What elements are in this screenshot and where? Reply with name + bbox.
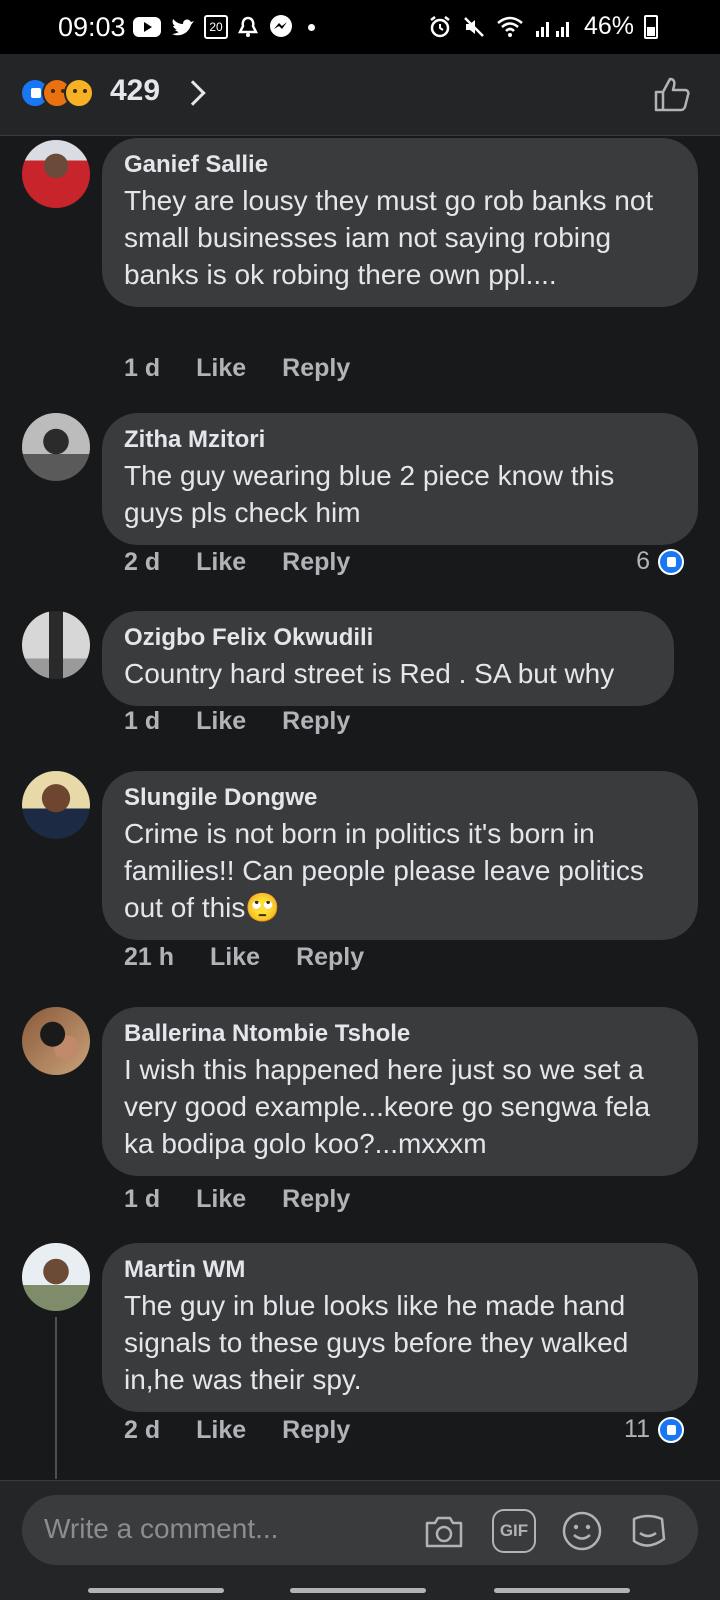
like-button[interactable]: Like: [210, 943, 260, 972]
comment-composer: GIF: [0, 1480, 720, 1600]
comment-text: Country hard street is Red . SA but why: [124, 658, 615, 689]
status-time: 09:03: [58, 12, 126, 42]
alarm-icon: [430, 15, 450, 37]
thread-line: [55, 1317, 57, 1479]
nav-recents-hint[interactable]: [494, 1588, 630, 1593]
like-button[interactable]: Like: [196, 1416, 246, 1445]
avatar[interactable]: [22, 140, 90, 208]
dot-icon: [308, 23, 315, 31]
reaction-count[interactable]: 429: [110, 74, 160, 108]
comment-time[interactable]: 2 d: [124, 1416, 160, 1445]
like-reaction-icon: [658, 1416, 684, 1443]
comment-author[interactable]: Ballerina Ntombie Tshole: [124, 1019, 678, 1049]
comment-time[interactable]: 1 d: [124, 707, 160, 736]
comment-bubble[interactable]: Ozigbo Felix Okwudili Country hard stree…: [102, 611, 674, 706]
avatar[interactable]: [22, 771, 90, 839]
reply-button[interactable]: Reply: [282, 1185, 350, 1214]
comment-bubble[interactable]: Ballerina Ntombie Tshole I wish this hap…: [102, 1007, 698, 1176]
sad-reaction-icon: [64, 78, 94, 108]
mute-icon: [464, 16, 484, 37]
reaction-summary[interactable]: [20, 78, 94, 108]
comment-actions: 21 h Like Reply: [124, 943, 364, 972]
wifi-icon: [497, 16, 523, 37]
reply-button[interactable]: Reply: [282, 1416, 350, 1445]
reply-button[interactable]: Reply: [282, 707, 350, 736]
comment-time[interactable]: 21 h: [124, 943, 174, 972]
comment-input-box: GIF: [22, 1495, 698, 1565]
comment-reaction-count[interactable]: 11: [624, 1415, 684, 1444]
comment-text: They are lousy they must go rob banks no…: [124, 185, 654, 290]
sticker-icon[interactable]: [626, 1509, 670, 1553]
reaction-number: 11: [624, 1415, 650, 1443]
emoji-icon[interactable]: [560, 1509, 604, 1553]
comment-time[interactable]: 2 d: [124, 548, 160, 577]
battery-percent: 46%: [583, 12, 634, 40]
reaction-number: 6: [636, 547, 650, 575]
avatar[interactable]: [22, 1243, 90, 1311]
status-bar: 09:03 20 46%: [0, 0, 720, 54]
comment-author[interactable]: Ganief Sallie: [124, 150, 678, 180]
nav-home-hint[interactable]: [290, 1588, 426, 1593]
messenger-icon: [270, 15, 292, 37]
signal-icon: [535, 21, 569, 37]
comment-actions: 1 d Like Reply: [124, 707, 350, 736]
like-button[interactable]: Like: [196, 354, 246, 383]
reactions-header: 429: [0, 54, 720, 136]
comment-actions: 2 d Like Reply: [124, 548, 350, 577]
comment-time[interactable]: 1 d: [124, 1185, 160, 1214]
notification-icons: 20: [132, 14, 315, 40]
youtube-icon: [133, 17, 161, 37]
reply-button[interactable]: Reply: [282, 548, 350, 577]
like-reaction-icon: [658, 548, 684, 575]
comment-bubble[interactable]: Zitha Mzitori The guy wearing blue 2 pie…: [102, 413, 698, 545]
gif-icon[interactable]: GIF: [492, 1509, 536, 1553]
comment-author[interactable]: Ozigbo Felix Okwudili: [124, 623, 654, 653]
comment-time[interactable]: 1 d: [124, 354, 160, 383]
calendar-icon: 20: [204, 15, 228, 39]
like-button[interactable]: Like: [196, 548, 246, 577]
chevron-right-icon[interactable]: [180, 80, 206, 106]
app-notification-icon: [237, 16, 259, 37]
comment-author[interactable]: Slungile Dongwe: [124, 783, 678, 813]
status-right: 46%: [428, 12, 658, 41]
thumbs-up-icon[interactable]: [652, 74, 692, 114]
avatar[interactable]: [22, 1007, 90, 1075]
reply-button[interactable]: Reply: [282, 354, 350, 383]
comment-actions: 2 d Like Reply: [124, 1416, 350, 1445]
comment-actions: 1 d Like Reply: [124, 354, 350, 383]
comment-text: Crime is not born in politics it's born …: [124, 818, 644, 923]
comment-input[interactable]: [44, 1513, 414, 1545]
twitter-icon: [172, 19, 194, 36]
avatar[interactable]: [22, 611, 90, 679]
comment-text: I wish this happened here just so we set…: [124, 1054, 651, 1159]
comment-bubble[interactable]: Slungile Dongwe Crime is not born in pol…: [102, 771, 698, 940]
comment-text: The guy in blue looks like he made hand …: [124, 1290, 629, 1395]
comment-bubble[interactable]: Martin WM The guy in blue looks like he …: [102, 1243, 698, 1412]
like-button[interactable]: Like: [196, 707, 246, 736]
camera-icon[interactable]: [422, 1509, 466, 1553]
comment-author[interactable]: Zitha Mzitori: [124, 425, 678, 455]
battery-icon: [644, 14, 658, 39]
comment-reaction-count[interactable]: 6: [636, 547, 684, 576]
nav-back-hint[interactable]: [88, 1588, 224, 1593]
comment-bubble[interactable]: Ganief Sallie They are lousy they must g…: [102, 138, 698, 307]
like-button[interactable]: Like: [196, 1185, 246, 1214]
avatar[interactable]: [22, 413, 90, 481]
comment-actions: 1 d Like Reply: [124, 1185, 350, 1214]
reply-button[interactable]: Reply: [296, 943, 364, 972]
comment-text: The guy wearing blue 2 piece know this g…: [124, 460, 615, 528]
comment-author[interactable]: Martin WM: [124, 1255, 678, 1285]
